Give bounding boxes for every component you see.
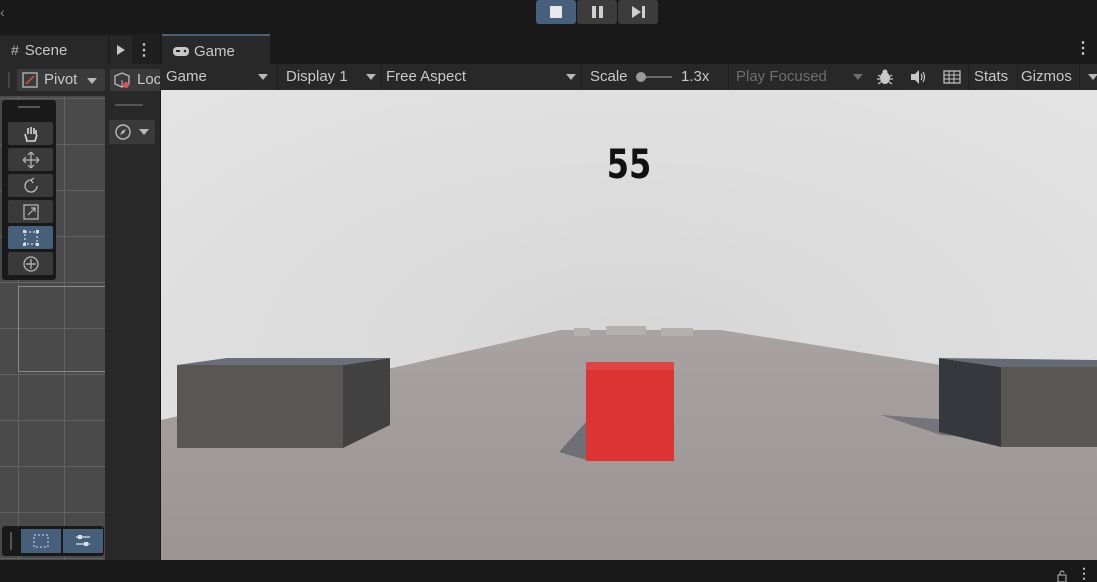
compass-icon (115, 124, 131, 140)
pivot-label: Pivot (44, 71, 78, 88)
tab-game-label: Game (194, 42, 235, 60)
status-more-icon[interactable]: ⋮ (1077, 565, 1091, 582)
rect-icon (33, 534, 49, 548)
score-text: 55 (606, 142, 652, 188)
view-select[interactable]: Game (160, 64, 273, 90)
pause-button[interactable] (577, 0, 617, 24)
gizmos-toggle[interactable]: Gizmos (1018, 64, 1097, 90)
chevron-down-icon (853, 74, 863, 80)
local-label: Loc (137, 71, 160, 88)
bottom-grip (10, 532, 12, 550)
scene-canvas-outline (18, 286, 110, 372)
obstacle-left (177, 358, 390, 448)
step-icon (632, 6, 645, 18)
move-icon (22, 151, 39, 168)
toolbar-separator (277, 64, 278, 90)
play-mode-select[interactable]: Play Focused (730, 64, 868, 90)
scene-more-icon[interactable]: ⋮ (134, 36, 154, 64)
obstacle-right (939, 358, 1097, 447)
display-select[interactable]: Display 1 (280, 64, 380, 90)
stop-icon (550, 6, 562, 18)
pause-icon (591, 6, 603, 18)
stats-toggle[interactable]: Stats (970, 64, 1016, 90)
overlay-grip (115, 104, 143, 106)
speaker-icon (911, 70, 926, 84)
scale-icon (22, 203, 39, 220)
scene-bottom-overlay (2, 526, 104, 556)
rotate-tool[interactable] (8, 174, 53, 197)
scale-value: 1.3x (681, 68, 710, 85)
play-toolbar: ‹ (0, 0, 1097, 34)
scene-overlay-panel (105, 96, 160, 560)
scale-label: Scale (590, 68, 628, 85)
aspect-select[interactable]: Free Aspect (382, 64, 580, 90)
debug-button[interactable] (872, 66, 898, 88)
bug-icon (877, 69, 893, 85)
display-select-label: Display 1 (286, 68, 348, 85)
toolbar-grip (8, 72, 10, 88)
rect-icon (22, 229, 39, 246)
status-bar: ⋮ (0, 560, 1097, 582)
move-tool[interactable] (8, 148, 53, 171)
scale-slider[interactable] (636, 72, 676, 82)
gizmos-label: Gizmos (1021, 68, 1072, 85)
chevron-down-icon (139, 129, 149, 135)
hand-icon (23, 126, 38, 142)
transform-icon (22, 255, 39, 272)
scale-tool[interactable] (8, 200, 53, 223)
tab-scene-label: Scene (24, 41, 68, 59)
lock-icon[interactable] (1056, 570, 1068, 582)
game-viewport[interactable]: 55 (161, 90, 1097, 560)
scene-toolbar: Pivot Loc (0, 64, 160, 96)
rotate-icon (23, 176, 38, 193)
view-select-label: Game (166, 68, 207, 85)
settings-sliders-button[interactable] (63, 529, 103, 553)
pivot-icon (22, 72, 38, 88)
toolbar-separator (1079, 64, 1080, 90)
rect-tool[interactable] (8, 226, 53, 249)
toolbar-separator (728, 64, 729, 90)
keyboard-icon (943, 70, 961, 84)
chevron-down-icon (87, 78, 97, 84)
sliders-icon (76, 535, 90, 546)
play-mode-label: Play Focused (736, 68, 827, 85)
scene-tab-overflow-button[interactable] (110, 36, 132, 64)
chevron-down-icon (258, 74, 268, 80)
hand-tool[interactable] (8, 122, 53, 145)
chevron-down-icon (566, 74, 576, 80)
tool-palette (2, 100, 56, 280)
stop-button[interactable] (536, 0, 576, 24)
grid-icon: # (11, 42, 19, 58)
gamepad-icon (173, 47, 189, 56)
mute-audio-button[interactable] (905, 66, 931, 88)
chevron-down-icon (1088, 74, 1097, 80)
play-arrow-icon (117, 45, 125, 55)
step-button[interactable] (618, 0, 658, 24)
local-global-dropdown[interactable]: Loc (110, 69, 160, 91)
cube-icon (114, 72, 130, 88)
left-edge-chevron-icon: ‹ (0, 4, 5, 20)
game-tab-strip (160, 34, 1097, 64)
chevron-down-icon (366, 74, 376, 80)
game-toolbar: Game Display 1 Free Aspect Scale 1.3x Pl… (160, 64, 1097, 90)
transform-tool[interactable] (8, 252, 53, 275)
toolbar-separator (968, 64, 969, 90)
game-more-icon[interactable]: ⋮ (1073, 38, 1093, 62)
aspect-select-label: Free Aspect (386, 68, 467, 85)
rect-snap-button[interactable] (21, 529, 61, 553)
tab-game[interactable]: Game (162, 34, 270, 66)
scale-slider-thumb[interactable] (636, 72, 646, 82)
toolbar-separator (581, 64, 582, 90)
orientation-dropdown[interactable] (109, 120, 155, 144)
pivot-dropdown[interactable]: Pivot (17, 69, 105, 91)
palette-grip (18, 106, 40, 108)
shortcuts-button[interactable] (937, 66, 967, 88)
stats-label: Stats (974, 68, 1009, 85)
player-cube (586, 362, 674, 461)
tab-scene[interactable]: # Scene (0, 36, 108, 64)
